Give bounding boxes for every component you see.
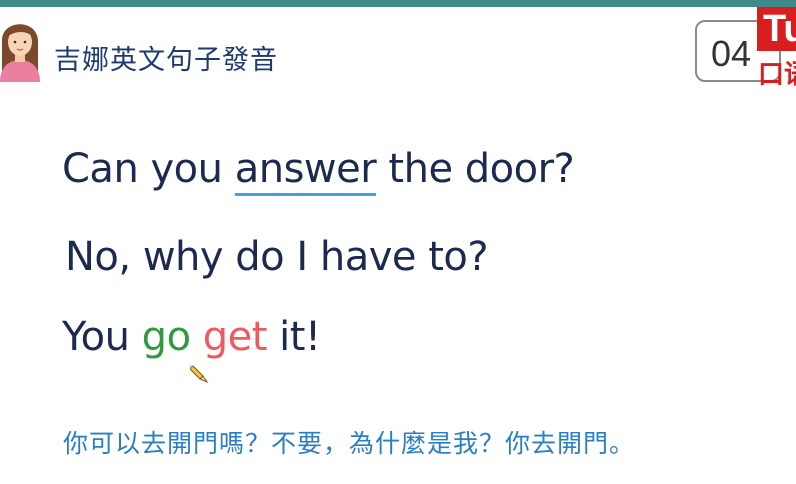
sentence-1-after: the door? [376,146,575,192]
logo-bottom-text: 口语 [758,60,796,87]
page-number: 04 [711,33,752,74]
sentence-3: You go get it! [62,314,321,360]
brand-title: 吉娜英文句子發音 [54,45,278,76]
sentence-1: Can you answer the door? [62,146,575,196]
sentence-2: No, why do I have to? [65,234,489,280]
sentence-3-before: You [62,314,142,360]
top-accent-bar [0,0,796,7]
sentence-1-highlight-word: answer [234,146,377,196]
brand-logo: Tu 口语 [757,7,796,87]
logo-top-block: Tu [757,7,796,51]
sentence-3-space [191,314,203,360]
sentence-3-word-get: get [202,314,268,360]
teacher-avatar-icon [0,14,40,82]
sentence-3-word-go: go [141,314,191,360]
chinese-translation: 你可以去開門嗎？不要，為什麼是我？你去開門。 [63,429,636,458]
logo-top-text: Tu [763,8,796,50]
sentence-1-before: Can you [62,146,235,192]
pencil-cursor-icon [189,362,212,384]
sentence-3-after: it! [266,314,321,360]
